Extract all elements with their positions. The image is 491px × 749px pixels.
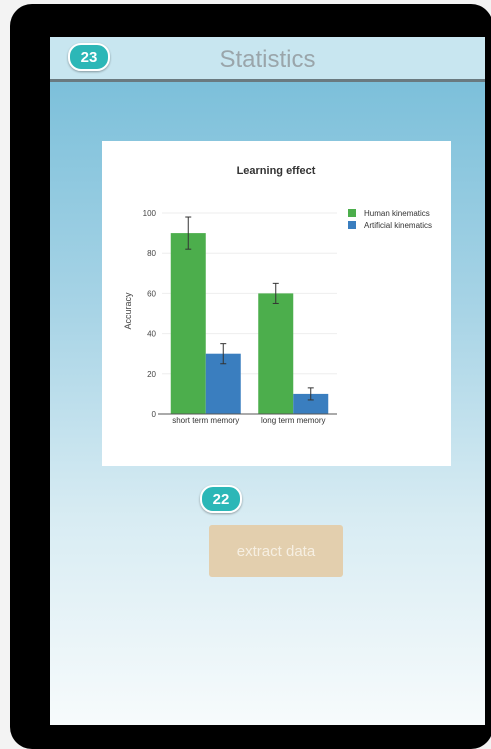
legend-label: Artificial kinematics	[364, 221, 432, 230]
chart-card: Learning effect Accuracy 0 20 40 60 80 100 sh…	[102, 141, 451, 466]
x-tick-label: long term memory	[261, 416, 325, 425]
y-axis-ticks: 0 20 40 60 80 100	[143, 209, 162, 419]
app-screen: 23 Statistics Learning effect Accuracy 0…	[50, 37, 485, 725]
y-tick-label: 40	[147, 330, 156, 339]
legend-label: Human kinematics	[364, 209, 430, 218]
step-badge-extract[interactable]: 22	[200, 485, 242, 513]
legend-swatch	[348, 221, 356, 229]
chart-legend: Human kinematics Artificial kinematics	[348, 209, 432, 230]
chart-title: Learning effect	[237, 165, 316, 177]
page-title: Statistics	[219, 46, 316, 73]
y-tick-label: 0	[152, 410, 157, 419]
extract-data-button[interactable]: extract data	[209, 525, 343, 577]
bar	[258, 293, 294, 414]
y-tick-label: 60	[147, 289, 156, 298]
learning-effect-chart: Learning effect Accuracy 0 20 40 60 80 100 sh…	[123, 165, 432, 425]
app-header: 23 Statistics	[50, 37, 485, 82]
y-tick-label: 20	[147, 370, 156, 379]
legend-swatch	[348, 209, 356, 217]
device-frame: 23 Statistics Learning effect Accuracy 0…	[10, 4, 491, 749]
chart-bars	[170, 216, 329, 414]
x-tick-label: short term memory	[172, 416, 239, 425]
y-tick-label: 100	[143, 209, 157, 218]
y-tick-label: 80	[147, 249, 156, 258]
x-axis-ticks: short term memory long term memory	[172, 416, 325, 425]
bar	[170, 233, 206, 414]
y-axis-label: Accuracy	[123, 292, 133, 330]
